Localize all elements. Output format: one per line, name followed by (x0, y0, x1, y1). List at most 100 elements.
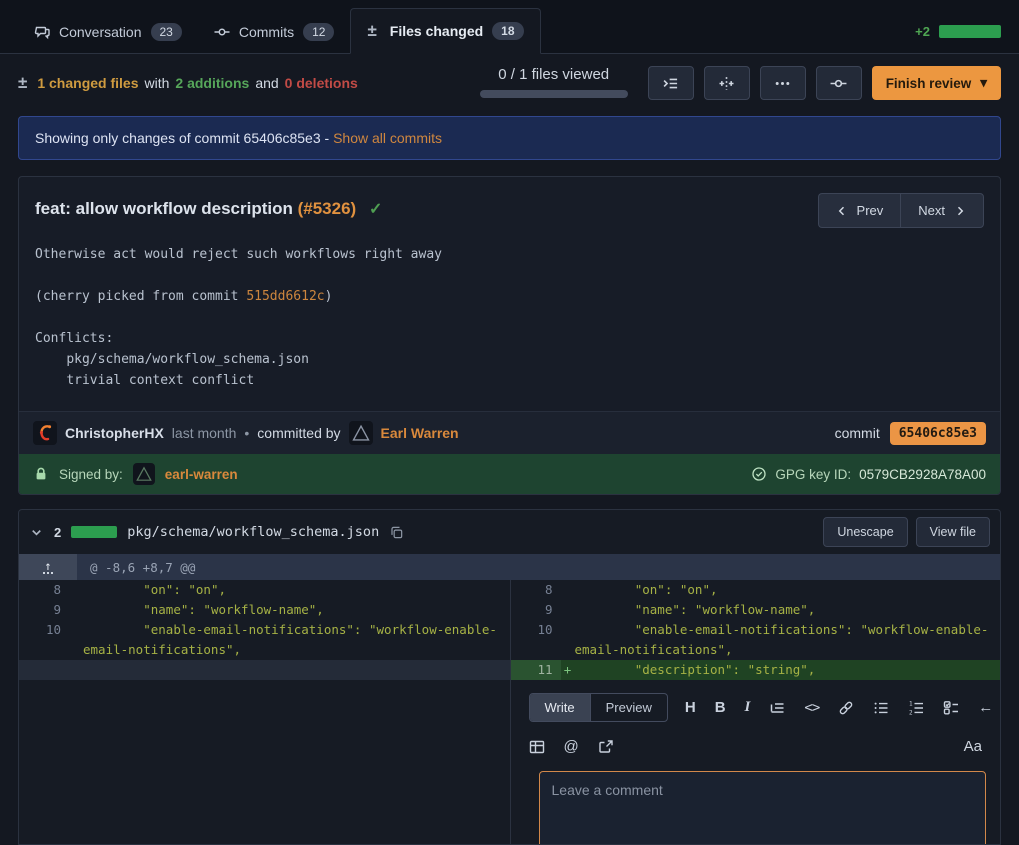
bold-icon[interactable]: B (715, 699, 726, 716)
diffstat-bar (939, 25, 1001, 38)
code-icon[interactable]: <> (804, 700, 819, 716)
tab-label: Conversation (59, 24, 142, 40)
code-line: "on": "on", (575, 580, 1001, 600)
line-number[interactable]: 8 (19, 580, 69, 600)
collapse-file-icon[interactable] (29, 525, 44, 540)
italic-icon[interactable]: I (745, 699, 751, 716)
chevron-right-icon (954, 205, 966, 217)
committer-avatar-image (351, 423, 371, 443)
commit-title: feat: allow workflow description (#5326)… (35, 193, 382, 219)
cherry-pick-hash-link[interactable]: 515dd6612c (246, 289, 324, 304)
line-number[interactable]: 8 (511, 580, 561, 600)
line-number[interactable]: 10 (511, 620, 561, 660)
file-tree-toggle-button[interactable] (648, 66, 694, 100)
addition-sign: + (561, 660, 575, 680)
diff-row: 10 "enable-email-notifications": "workfl… (511, 620, 1001, 660)
diff-icon: ± (367, 21, 376, 41)
commit-hash-badge[interactable]: 65406c85e3 (890, 422, 986, 445)
prev-label: Prev (857, 203, 884, 218)
file-diff-box: 2 pkg/schema/workflow_schema.json Unesca… (18, 509, 1001, 845)
summary-text: with (145, 75, 170, 91)
files-viewed-label: 0 / 1 files viewed (498, 66, 609, 83)
tab-count-badge: 18 (492, 22, 523, 40)
next-commit-button[interactable]: Next (900, 193, 984, 228)
finish-review-button[interactable]: Finish review ▾ (872, 66, 1001, 100)
deletions-count: 0 deletions (285, 75, 358, 91)
signer-avatar[interactable] (133, 463, 155, 485)
committer-name[interactable]: Earl Warren (381, 425, 459, 441)
line-sign (69, 580, 83, 600)
commit-nav: Prev Next (818, 193, 984, 228)
more-options-button[interactable] (760, 66, 806, 100)
editor-toolbar-row1: Write Preview H B I <> (529, 693, 987, 722)
mention-icon[interactable]: @ (564, 738, 579, 755)
link-icon[interactable] (838, 700, 854, 716)
changed-files-count: 1 changed files (37, 75, 138, 91)
line-number[interactable]: 10 (19, 620, 69, 660)
comment-textarea[interactable] (539, 771, 987, 845)
diff-row: 9 "name": "workflow-name", (19, 600, 510, 620)
signed-row: Signed by: earl-warren GPG key ID: 0579C… (19, 454, 1000, 494)
tab-files-changed[interactable]: ± Files changed 18 (350, 8, 540, 54)
view-file-button[interactable]: View file (916, 517, 990, 547)
hunk-header: ↑ @ -8,6 +8,7 @@ (19, 554, 1000, 580)
tab-label: Files changed (390, 23, 483, 39)
diff-pane-old: 8 "on": "on", 9 "name": "workflow-name",… (19, 580, 510, 844)
font-toggle-icon[interactable]: Aa (964, 738, 986, 755)
show-all-commits-link[interactable]: Show all commits (333, 130, 442, 146)
issue-ref[interactable]: (#5326) (298, 199, 357, 218)
code-line: "on": "on", (83, 580, 510, 600)
banner-text: Showing only changes of commit 65406c85e… (35, 130, 329, 146)
tab-conversation[interactable]: Conversation 23 (18, 11, 198, 53)
cherry-pick-line: (cherry picked from commit 515dd6612c) (35, 286, 984, 307)
tab-preview[interactable]: Preview (591, 694, 667, 721)
tab-commits[interactable]: Commits 12 (198, 11, 351, 53)
arrow-left-icon[interactable]: ← (978, 699, 993, 716)
code-line: "enable-email-notifications": "workflow-… (575, 620, 1001, 660)
code-line: "enable-email-notifications": "workflow-… (83, 620, 510, 660)
line-number[interactable]: 9 (19, 600, 69, 620)
quote-icon[interactable] (769, 700, 785, 716)
commit-time: last month (172, 425, 237, 441)
split-diff-icon (718, 75, 735, 92)
expand-hunk-button[interactable]: ↑ (19, 554, 77, 580)
reference-icon[interactable] (598, 739, 614, 755)
diffstat[interactable]: +2 (915, 24, 1001, 53)
author-avatar-image (35, 423, 55, 443)
heading-icon[interactable]: H (685, 699, 696, 716)
commit-select-button[interactable] (816, 66, 862, 100)
prev-commit-button[interactable]: Prev (818, 193, 901, 228)
task-list-icon[interactable] (943, 700, 959, 716)
file-tree-icon (662, 75, 679, 92)
signer-link[interactable]: earl-warren (165, 467, 238, 482)
gpg-key-value: 0579CB2928A78A00 (859, 467, 986, 482)
copy-path-icon[interactable] (389, 525, 404, 540)
table-icon[interactable] (529, 739, 545, 755)
editor-toolbar-row2: @ Aa (529, 738, 987, 755)
file-name: pkg/schema/workflow_schema.json (127, 524, 379, 540)
code-line: "description": "string", (575, 660, 1001, 680)
committer-avatar[interactable] (349, 421, 373, 445)
diff-view-mode-button[interactable] (704, 66, 750, 100)
file-additions-count: 2 (54, 525, 61, 540)
commit-icon (214, 24, 230, 40)
files-viewed: 0 / 1 files viewed (480, 66, 628, 98)
expand-up-icon: ↑ (43, 561, 52, 574)
diffstat-additions: +2 (915, 24, 930, 39)
author-name[interactable]: ChristopherHX (65, 425, 164, 441)
line-sign (561, 600, 575, 620)
diff-summary-row: ± 1 changed files with 2 additions and 0… (0, 54, 1019, 110)
line-number[interactable]: 9 (511, 600, 561, 620)
line-sign (561, 580, 575, 600)
commit-message: Otherwise act would reject such workflow… (19, 236, 1000, 411)
file-diffstat-bar (71, 526, 117, 538)
unordered-list-icon[interactable] (873, 700, 889, 716)
file-actions: Unescape View file (823, 517, 990, 547)
unescape-button[interactable]: Unescape (823, 517, 907, 547)
tab-write[interactable]: Write (530, 694, 591, 721)
author-avatar[interactable] (33, 421, 57, 445)
line-number[interactable]: 11 (511, 660, 561, 680)
ordered-list-icon[interactable]: 12 (908, 700, 924, 716)
commit-header: feat: allow workflow description (#5326)… (19, 177, 1000, 236)
line-sign (561, 620, 575, 660)
